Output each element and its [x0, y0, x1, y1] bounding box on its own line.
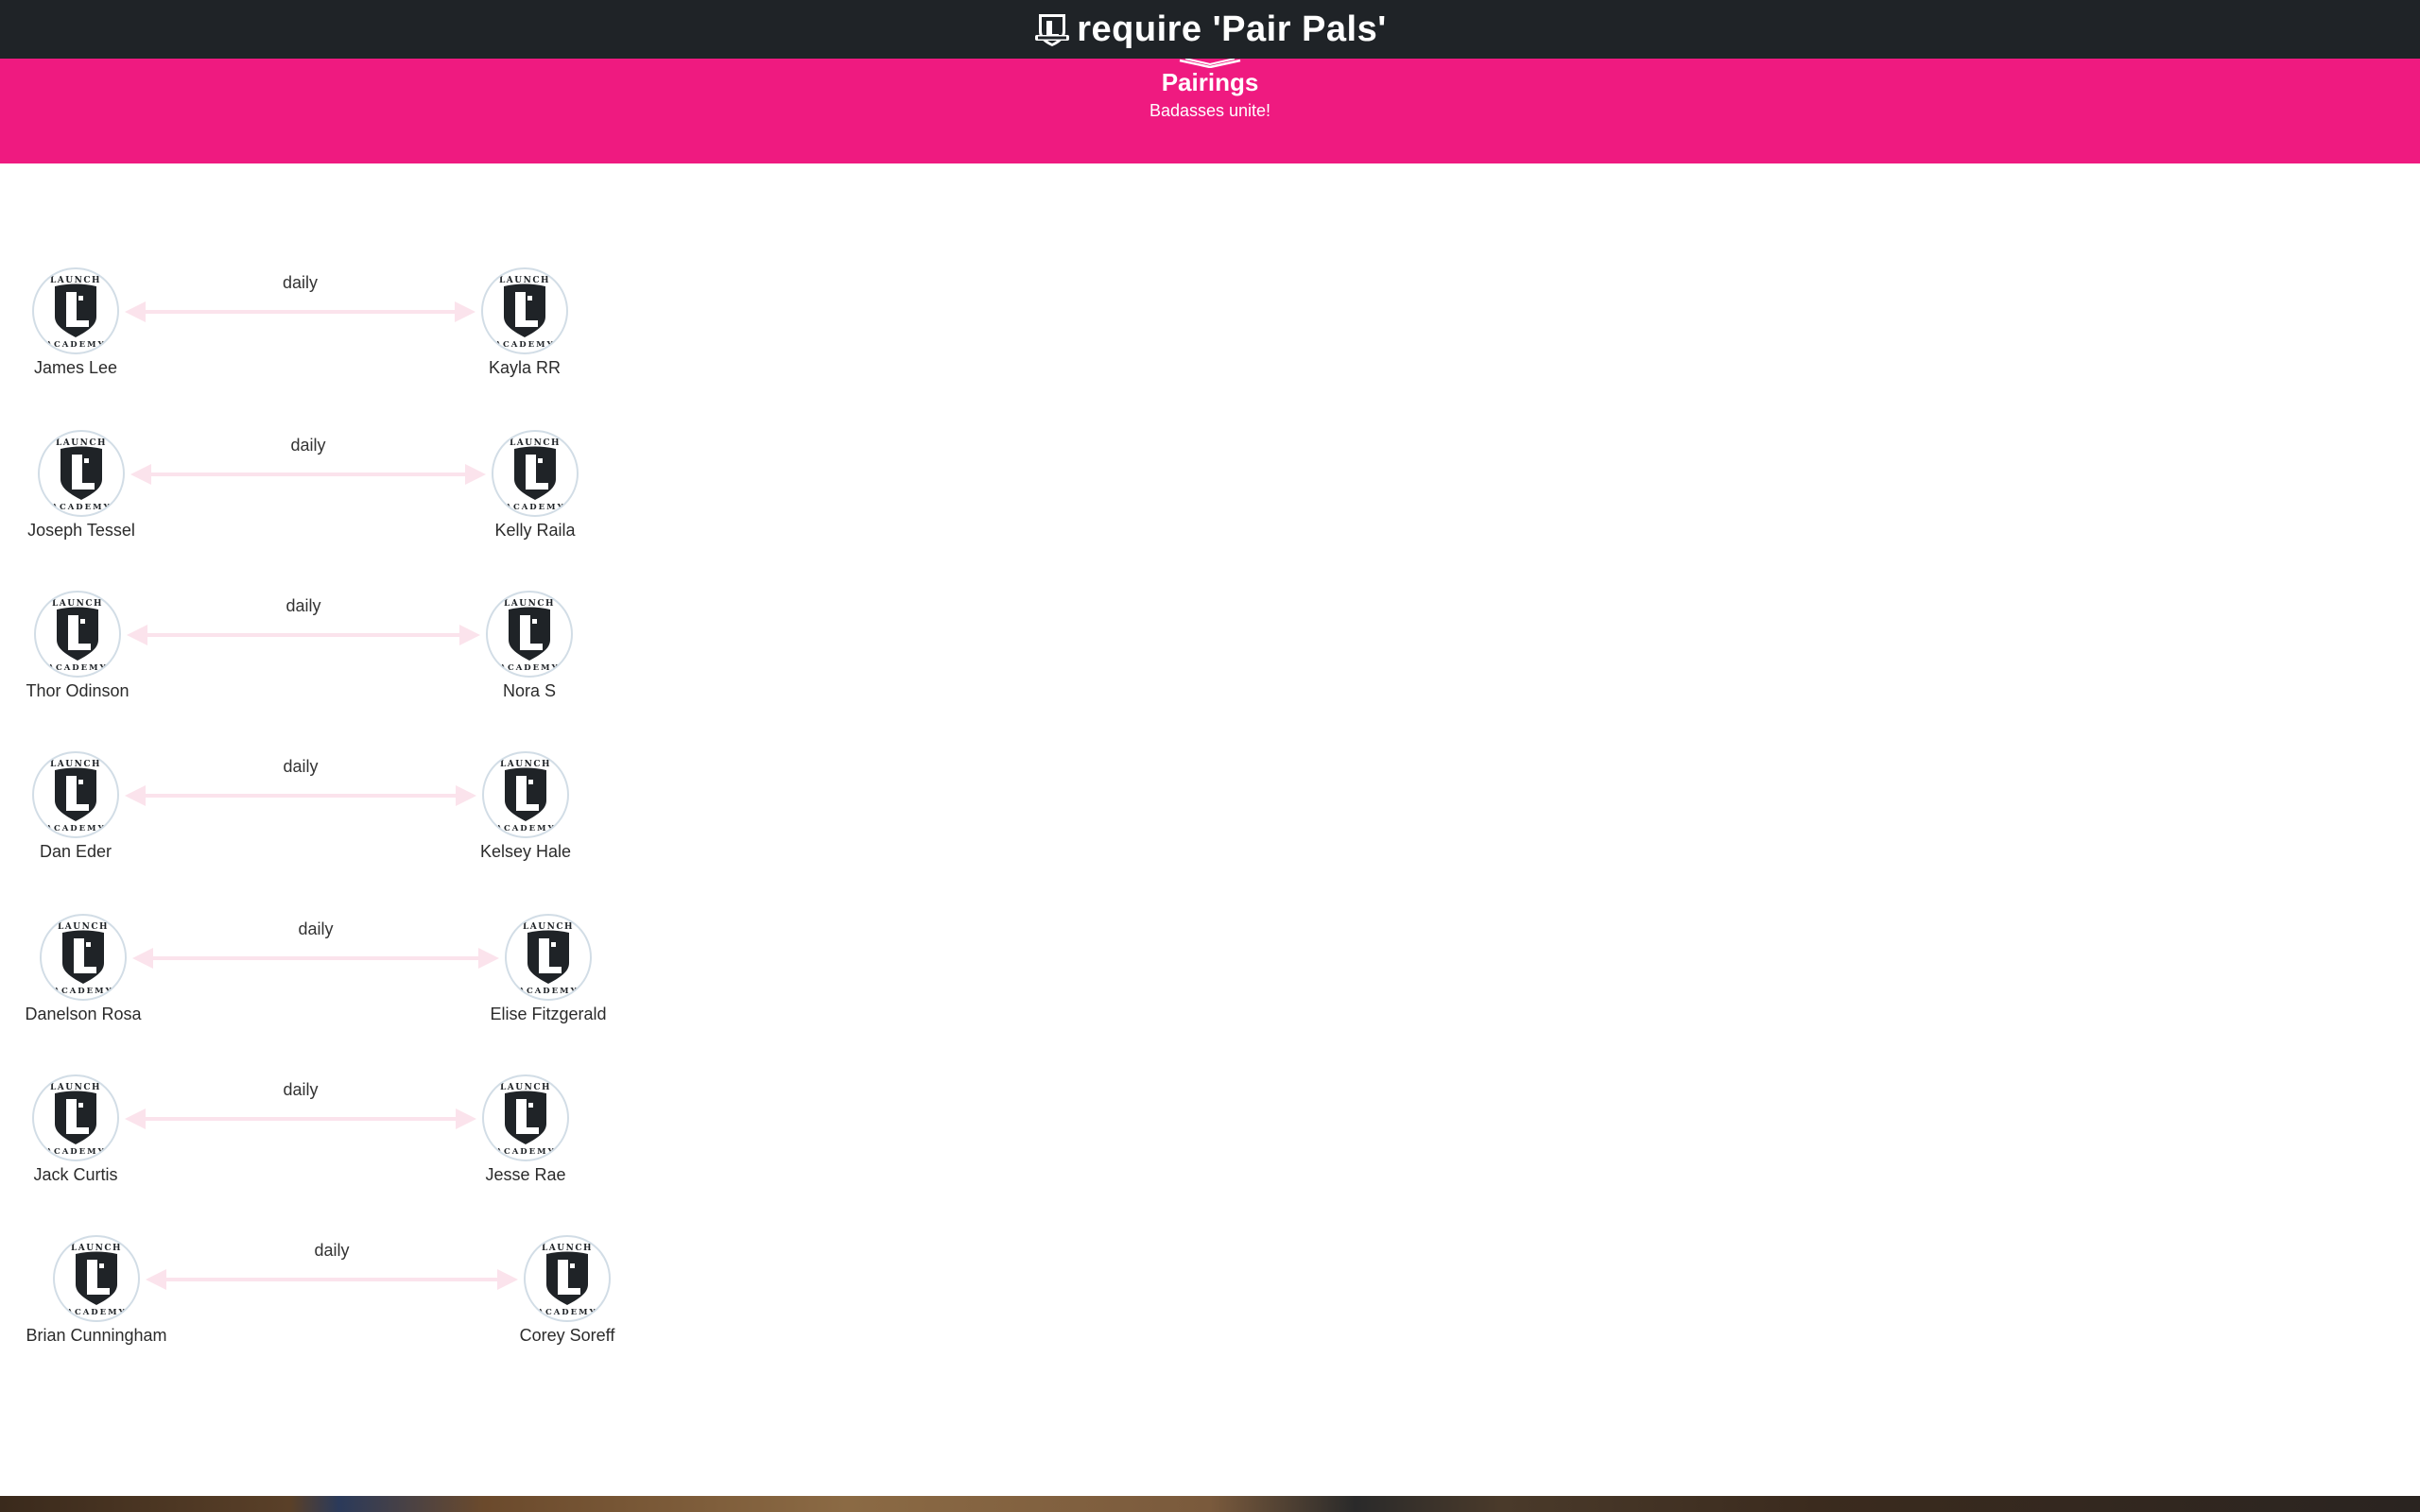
right-avatar-launch-academy-icon[interactable]: LAUNCH ACADEMY: [486, 591, 573, 678]
svg-text:ACADEMY: ACADEMY: [44, 340, 105, 350]
pairing-arrow-icon: [146, 1269, 518, 1290]
svg-text:ACADEMY: ACADEMY: [498, 663, 559, 673]
right-avatar-launch-academy-icon[interactable]: LAUNCH ACADEMY: [482, 1074, 569, 1161]
app-title: require 'Pair Pals': [1077, 9, 1387, 49]
svg-text:ACADEMY: ACADEMY: [517, 987, 578, 996]
pairing-frequency-label: daily: [283, 1080, 319, 1099]
left-avatar-launch-academy-icon[interactable]: LAUNCH ACADEMY: [40, 914, 127, 1001]
pairing-arrow-icon: [127, 625, 480, 645]
right-avatar-launch-academy-icon[interactable]: LAUNCH ACADEMY: [482, 751, 569, 838]
right-person-name: Kelsey Hale: [479, 842, 572, 861]
left-avatar-launch-academy-icon[interactable]: LAUNCH ACADEMY: [38, 430, 125, 517]
top-navbar: require 'Pair Pals': [0, 0, 2420, 59]
right-person-name: Nora S: [502, 681, 557, 700]
right-avatar-launch-academy-icon[interactable]: LAUNCH ACADEMY: [481, 267, 568, 354]
pairing-arrow-icon: [125, 1108, 476, 1129]
right-avatar-launch-academy-icon[interactable]: LAUNCH ACADEMY: [492, 430, 579, 517]
right-person-name: Corey Soreff: [519, 1326, 615, 1345]
launch-academy-shield-icon: [1035, 14, 1070, 46]
pairing-row: LAUNCH ACADEMY James Lee LAUNCH ACADEMY …: [23, 267, 703, 400]
pairing-row: LAUNCH ACADEMY Thor Odinson LAUNCH ACADE…: [23, 591, 703, 723]
left-person-name: James Lee: [33, 358, 118, 377]
pairing-row: LAUNCH ACADEMY Brian Cunningham LAUNCH A…: [23, 1235, 703, 1367]
left-person-name: Thor Odinson: [26, 681, 130, 700]
left-avatar-launch-academy-icon[interactable]: LAUNCH ACADEMY: [32, 267, 119, 354]
right-person-name: Jesse Rae: [485, 1165, 566, 1184]
svg-text:ACADEMY: ACADEMY: [46, 663, 107, 673]
svg-text:ACADEMY: ACADEMY: [50, 503, 111, 512]
right-person-name: Kelly Raila: [494, 521, 576, 540]
right-person-name: Kayla RR: [488, 358, 562, 377]
pairing-arrow-icon: [125, 785, 476, 806]
svg-text:ACADEMY: ACADEMY: [536, 1308, 596, 1317]
pairing-frequency-label: daily: [282, 273, 319, 292]
page-title: Pairings: [1161, 68, 1259, 96]
svg-text:ACADEMY: ACADEMY: [52, 987, 112, 996]
pairing-frequency-label: daily: [285, 596, 321, 615]
pairings-list: LAUNCH ACADEMY James Lee LAUNCH ACADEMY …: [0, 163, 2420, 1496]
right-avatar-launch-academy-icon[interactable]: LAUNCH ACADEMY: [505, 914, 592, 1001]
page-header-banner: Pairings Badasses unite!: [0, 59, 2420, 163]
brand-link[interactable]: require 'Pair Pals': [1033, 9, 1387, 50]
page-subtitle: Badasses unite!: [1149, 101, 1271, 120]
svg-text:ACADEMY: ACADEMY: [44, 824, 105, 833]
left-person-name: Danelson Rosa: [25, 1005, 142, 1023]
pairing-frequency-label: daily: [283, 757, 319, 776]
footer-background-image: [0, 1496, 2420, 1512]
svg-text:ACADEMY: ACADEMY: [494, 824, 555, 833]
pairing-row: LAUNCH ACADEMY Jack Curtis LAUNCH ACADEM…: [23, 1074, 703, 1207]
pairing-arrow-icon: [132, 948, 499, 969]
svg-text:ACADEMY: ACADEMY: [494, 1147, 555, 1157]
pairing-arrow-icon: [125, 301, 475, 322]
book-icon: [1179, 59, 1241, 68]
left-avatar-launch-academy-icon[interactable]: LAUNCH ACADEMY: [53, 1235, 140, 1322]
pairing-row: LAUNCH ACADEMY Joseph Tessel LAUNCH ACAD…: [23, 430, 703, 562]
left-person-name: Joseph Tessel: [27, 521, 135, 540]
svg-text:ACADEMY: ACADEMY: [44, 1147, 105, 1157]
pairing-row: LAUNCH ACADEMY Dan Eder LAUNCH ACADEMY K…: [23, 751, 703, 884]
pairing-arrow-icon: [130, 464, 486, 485]
svg-text:ACADEMY: ACADEMY: [504, 503, 564, 512]
svg-text:ACADEMY: ACADEMY: [493, 340, 554, 350]
pairing-frequency-label: daily: [290, 436, 326, 455]
left-person-name: Brian Cunningham: [26, 1326, 167, 1345]
svg-text:ACADEMY: ACADEMY: [65, 1308, 126, 1317]
right-avatar-launch-academy-icon[interactable]: LAUNCH ACADEMY: [524, 1235, 611, 1322]
right-person-name: Elise Fitzgerald: [490, 1005, 607, 1023]
left-avatar-launch-academy-icon[interactable]: LAUNCH ACADEMY: [32, 1074, 119, 1161]
pairing-frequency-label: daily: [298, 919, 334, 938]
left-avatar-launch-academy-icon[interactable]: LAUNCH ACADEMY: [34, 591, 121, 678]
pairing-frequency-label: daily: [314, 1241, 350, 1260]
pairing-row: LAUNCH ACADEMY Danelson Rosa LAUNCH ACAD…: [23, 914, 703, 1046]
left-person-name: Jack Curtis: [33, 1165, 118, 1184]
left-person-name: Dan Eder: [39, 842, 112, 861]
left-avatar-launch-academy-icon[interactable]: LAUNCH ACADEMY: [32, 751, 119, 838]
